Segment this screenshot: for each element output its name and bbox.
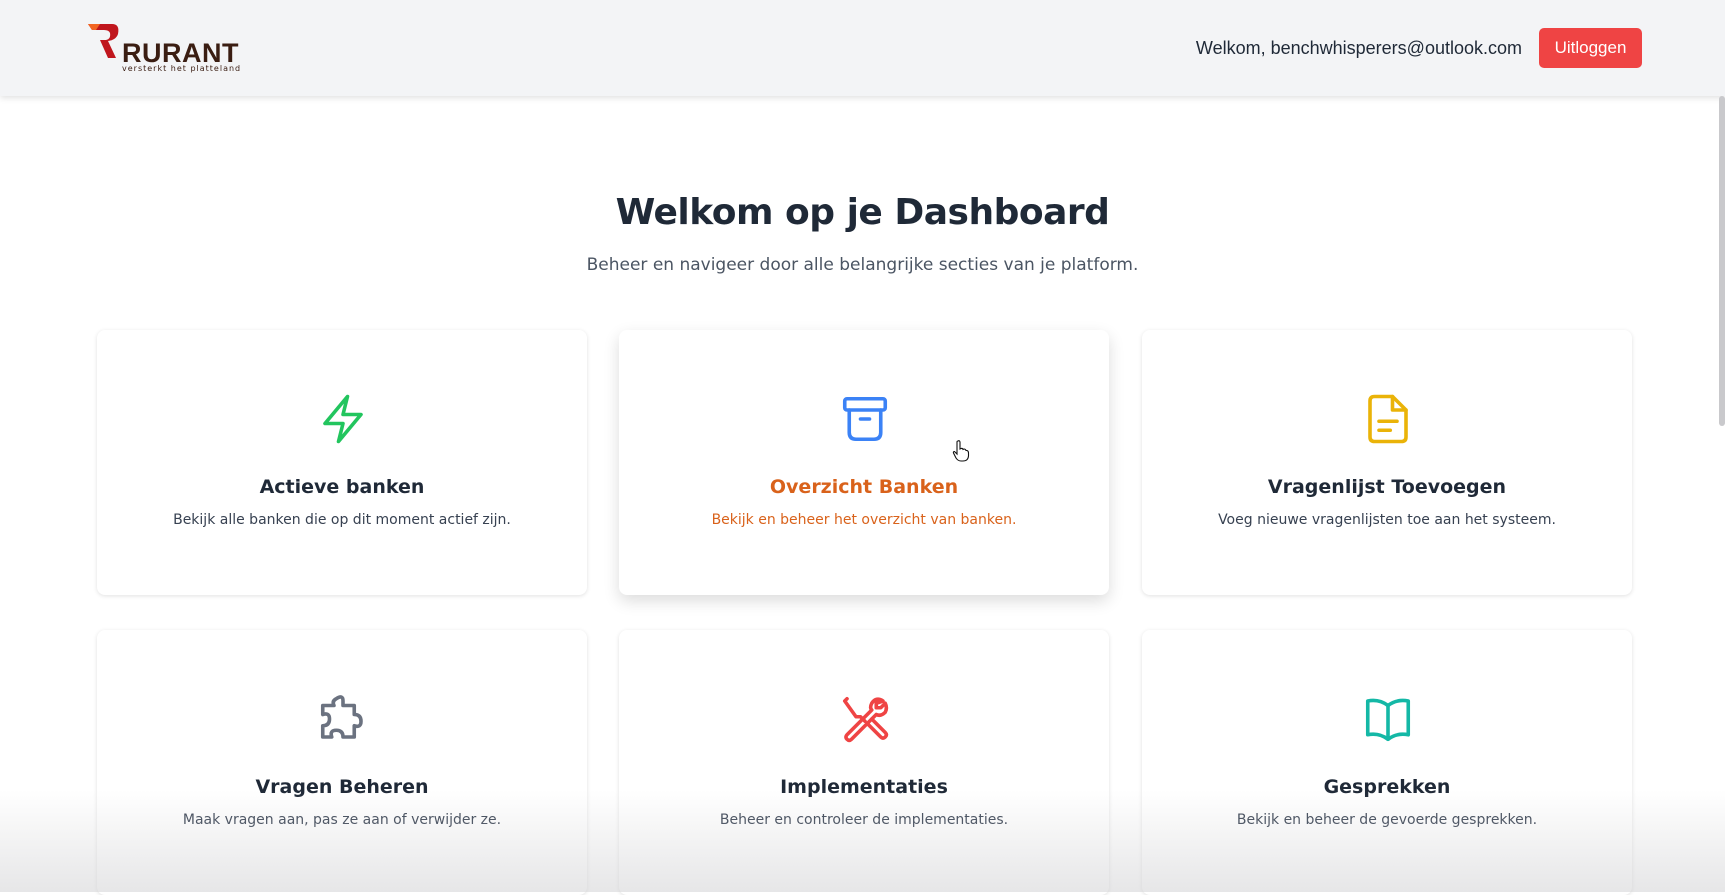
logo-tagline: versterkt het platteland	[122, 64, 242, 73]
tools-icon	[838, 690, 892, 750]
top-bar: RURANT versterkt het platteland Welkom, …	[0, 0, 1725, 96]
archive-box-icon	[838, 390, 892, 450]
document-icon	[1361, 390, 1415, 450]
page-subtitle: Beheer en navigeer door alle belangrijke…	[586, 255, 1139, 275]
card-vragenlijst-toevoegen[interactable]: Vragenlijst Toevoegen Voeg nieuwe vragen…	[1142, 330, 1632, 595]
open-book-icon	[1361, 690, 1415, 750]
card-title: Vragen Beheren	[255, 776, 429, 798]
card-vragen-beheren[interactable]: Vragen Beheren Maak vragen aan, pas ze a…	[97, 630, 587, 895]
card-title: Gesprekken	[1323, 776, 1451, 798]
card-title: Vragenlijst Toevoegen	[1267, 476, 1507, 498]
card-description: Maak vragen aan, pas ze aan of verwijder…	[182, 812, 502, 828]
rurant-logo[interactable]: RURANT versterkt het platteland	[86, 22, 246, 74]
card-title: Overzicht Banken	[769, 476, 959, 498]
puzzle-icon	[316, 690, 370, 750]
card-title: Actieve banken	[259, 476, 425, 498]
lightning-icon	[316, 390, 370, 450]
card-description: Voeg nieuwe vragenlijsten toe aan het sy…	[1218, 512, 1556, 528]
card-title: Implementaties	[780, 776, 948, 798]
welcome-user-text: Welkom, benchwhisperers@outlook.com	[1195, 38, 1522, 58]
card-overzicht-banken[interactable]: Overzicht Banken Bekijk en beheer het ov…	[619, 330, 1109, 595]
rurant-logo-mark-icon	[88, 24, 119, 58]
card-actieve-banken[interactable]: Actieve banken Bekijk alle banken die op…	[97, 330, 587, 595]
card-description: Bekijk en beheer het overzicht van banke…	[711, 512, 1017, 528]
card-implementaties[interactable]: Implementaties Beheer en controleer de i…	[619, 630, 1109, 895]
card-gesprekken[interactable]: Gesprekken Bekijk en beheer de gevoerde …	[1142, 630, 1632, 895]
page-title: Welkom op je Dashboard	[615, 192, 1110, 233]
logout-button[interactable]: Uitloggen	[1539, 28, 1642, 68]
card-description: Bekijk alle banken die op dit moment act…	[173, 512, 511, 528]
hand-pointer-cursor-icon	[952, 440, 970, 462]
scrollbar-thumb[interactable]	[1719, 96, 1725, 426]
card-description: Beheer en controleer de implementaties.	[719, 812, 1009, 828]
card-description: Bekijk en beheer de gevoerde gesprekken.	[1236, 812, 1538, 828]
